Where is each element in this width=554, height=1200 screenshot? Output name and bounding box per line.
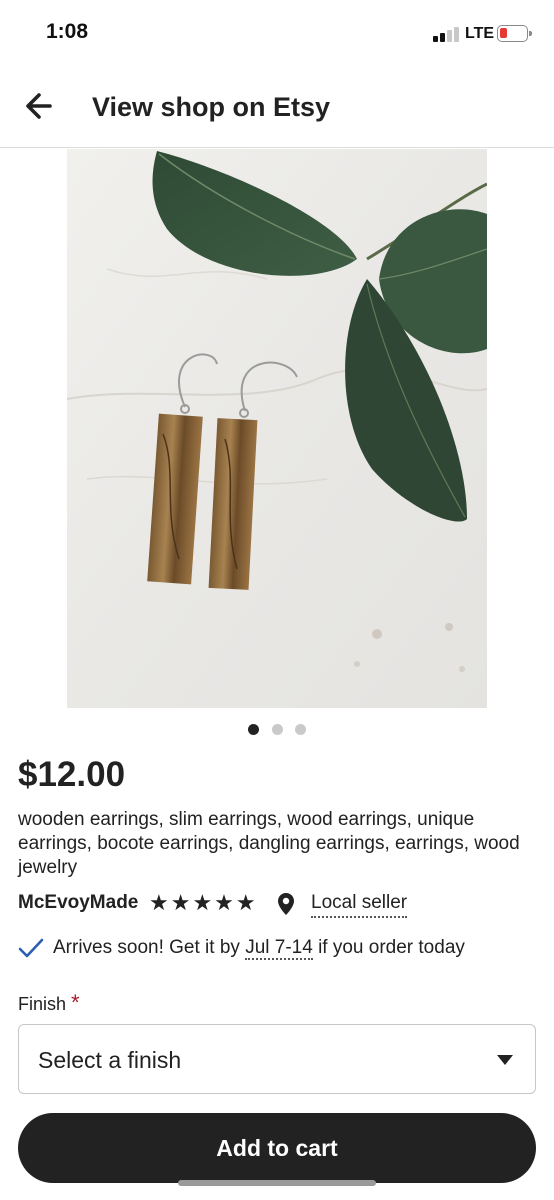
carousel-dot-1[interactable] (248, 724, 260, 735)
product-title: wooden earrings, slim earrings, wood ear… (18, 809, 520, 878)
shop-name-link[interactable]: McEvoyMade (18, 892, 138, 914)
carousel-dot-3[interactable] (294, 724, 306, 735)
top-bar: View shop on Etsy (0, 62, 554, 148)
finish-label-text: Finish (18, 994, 67, 1014)
delivery-prefix: Arrives soon! Get it by (53, 937, 246, 958)
delivery-date-link[interactable]: Jul 7-14 (245, 937, 313, 960)
product-image[interactable] (67, 149, 487, 708)
signal-icon (433, 26, 461, 42)
local-seller-link[interactable]: Local seller (311, 892, 408, 918)
seller-row: McEvoyMade ★★★★★ Local seller (18, 890, 538, 918)
home-indicator (178, 1180, 376, 1186)
finish-label: Finish * (18, 990, 80, 1016)
carousel-dot-2[interactable] (271, 724, 283, 735)
checkmark-icon (18, 938, 44, 958)
finish-select-value: Select a finish (38, 1047, 182, 1073)
back-button[interactable] (20, 86, 64, 126)
required-asterisk: * (71, 990, 80, 1015)
star-rating: ★★★★★ (149, 890, 258, 915)
battery-icon (497, 25, 532, 42)
carousel-dots (0, 722, 554, 736)
delivery-suffix: if you order today (312, 937, 465, 958)
status-bar: 1:08 LTE (0, 0, 554, 62)
network-type: LTE (465, 25, 495, 42)
add-to-cart-button[interactable]: Add to cart (18, 1113, 536, 1183)
product-price: $12.00 (18, 755, 126, 794)
status-time: 1:08 (46, 20, 89, 43)
location-pin-icon (278, 893, 294, 915)
chevron-down-icon (497, 1055, 513, 1065)
finish-select[interactable]: Select a finish (18, 1024, 536, 1094)
delivery-estimate: Arrives soon! Get it by Jul 7-14 if you … (18, 936, 538, 962)
header-title: View shop on Etsy (92, 92, 331, 122)
arrow-left-icon (26, 93, 52, 119)
